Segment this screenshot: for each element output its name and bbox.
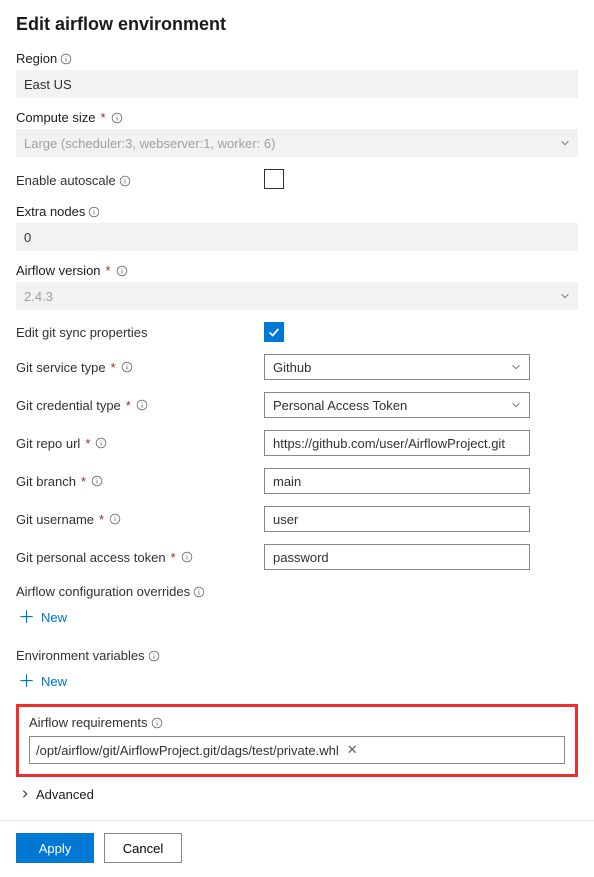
enable-autoscale-label: Enable autoscale bbox=[16, 173, 116, 188]
region-label: Region bbox=[16, 51, 57, 66]
requirement-pill: /opt/airflow/git/AirflowProject.git/dags… bbox=[36, 742, 358, 758]
git-service-type-value: Github bbox=[273, 360, 311, 375]
git-repo-url-input[interactable] bbox=[264, 430, 530, 456]
advanced-label: Advanced bbox=[36, 787, 94, 802]
plus-icon: ＋ bbox=[18, 609, 35, 626]
required-marker: * bbox=[100, 110, 105, 125]
required-marker: * bbox=[81, 474, 86, 489]
airflow-version-value: 2.4.3 bbox=[24, 289, 53, 304]
info-icon[interactable] bbox=[91, 475, 103, 487]
requirement-pill-text: /opt/airflow/git/AirflowProject.git/dags… bbox=[36, 743, 339, 758]
compute-size-label: Compute size bbox=[16, 110, 95, 125]
git-service-type-label: Git service type bbox=[16, 360, 106, 375]
git-username-input[interactable] bbox=[264, 506, 530, 532]
airflow-requirements-input[interactable]: /opt/airflow/git/AirflowProject.git/dags… bbox=[29, 736, 565, 764]
advanced-toggle[interactable]: Advanced bbox=[20, 787, 578, 802]
chevron-down-icon bbox=[511, 398, 521, 413]
info-icon[interactable] bbox=[95, 437, 107, 449]
info-icon[interactable] bbox=[193, 586, 205, 598]
chevron-down-icon bbox=[560, 289, 570, 304]
airflow-version-label: Airflow version bbox=[16, 263, 101, 278]
required-marker: * bbox=[126, 398, 131, 413]
new-env-var-button[interactable]: ＋ New bbox=[16, 669, 69, 694]
git-credential-type-value: Personal Access Token bbox=[273, 398, 407, 413]
info-icon[interactable] bbox=[136, 399, 148, 411]
required-marker: * bbox=[106, 263, 111, 278]
env-vars-label: Environment variables bbox=[16, 648, 145, 663]
airflow-requirements-section: Airflow requirements /opt/airflow/git/Ai… bbox=[16, 704, 578, 777]
info-icon[interactable] bbox=[151, 717, 163, 729]
page-title: Edit airflow environment bbox=[16, 14, 578, 35]
cancel-button[interactable]: Cancel bbox=[104, 833, 182, 863]
info-icon[interactable] bbox=[88, 206, 100, 218]
info-icon[interactable] bbox=[181, 551, 193, 563]
git-pat-label: Git personal access token bbox=[16, 550, 166, 565]
airflow-requirements-label: Airflow requirements bbox=[29, 715, 148, 730]
info-icon[interactable] bbox=[116, 265, 128, 277]
git-credential-type-label: Git credential type bbox=[16, 398, 121, 413]
remove-pill-icon[interactable]: ✕ bbox=[347, 742, 358, 758]
chevron-down-icon bbox=[511, 360, 521, 375]
required-marker: * bbox=[99, 512, 104, 527]
git-credential-type-select[interactable]: Personal Access Token bbox=[264, 392, 530, 418]
edit-git-sync-checkbox[interactable] bbox=[264, 322, 284, 342]
git-branch-input[interactable] bbox=[264, 468, 530, 494]
extra-nodes-input[interactable] bbox=[16, 223, 578, 251]
info-icon[interactable] bbox=[148, 650, 160, 662]
new-label: New bbox=[41, 674, 67, 689]
new-config-override-button[interactable]: ＋ New bbox=[16, 605, 69, 630]
required-marker: * bbox=[111, 360, 116, 375]
new-label: New bbox=[41, 610, 67, 625]
chevron-down-icon bbox=[560, 136, 570, 151]
git-username-label: Git username bbox=[16, 512, 94, 527]
required-marker: * bbox=[171, 550, 176, 565]
plus-icon: ＋ bbox=[18, 673, 35, 690]
extra-nodes-label: Extra nodes bbox=[16, 204, 85, 219]
info-icon[interactable] bbox=[109, 513, 121, 525]
info-icon[interactable] bbox=[121, 361, 133, 373]
region-input[interactable] bbox=[16, 70, 578, 98]
info-icon[interactable] bbox=[119, 175, 131, 187]
git-repo-url-label: Git repo url bbox=[16, 436, 80, 451]
info-icon[interactable] bbox=[111, 112, 123, 124]
compute-size-select: Large (scheduler:3, webserver:1, worker:… bbox=[16, 129, 578, 157]
airflow-config-overrides-label: Airflow configuration overrides bbox=[16, 584, 190, 599]
git-service-type-select[interactable]: Github bbox=[264, 354, 530, 380]
edit-git-sync-label: Edit git sync properties bbox=[16, 325, 148, 340]
compute-size-value: Large (scheduler:3, webserver:1, worker:… bbox=[24, 136, 275, 151]
required-marker: * bbox=[85, 436, 90, 451]
airflow-version-select: 2.4.3 bbox=[16, 282, 578, 310]
chevron-right-icon bbox=[20, 787, 30, 802]
apply-button[interactable]: Apply bbox=[16, 833, 94, 863]
enable-autoscale-checkbox[interactable] bbox=[264, 169, 284, 189]
git-branch-label: Git branch bbox=[16, 474, 76, 489]
info-icon[interactable] bbox=[60, 53, 72, 65]
git-pat-input[interactable] bbox=[264, 544, 530, 570]
